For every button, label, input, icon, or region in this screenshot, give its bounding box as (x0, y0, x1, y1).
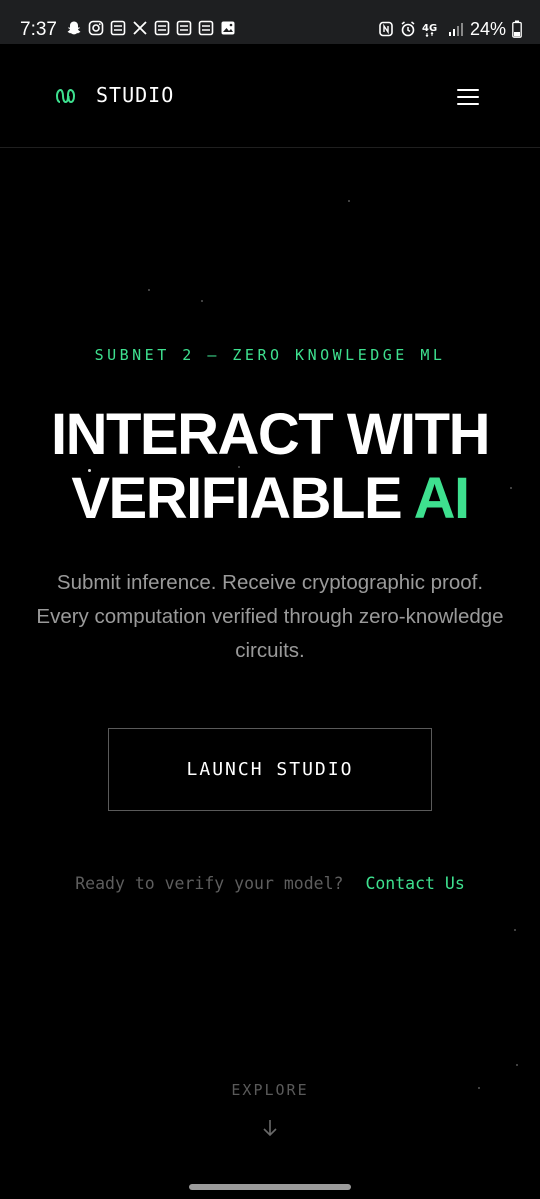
menu-line (457, 96, 479, 98)
infinity-wave-logo-icon[interactable] (55, 86, 77, 106)
star (516, 1064, 518, 1066)
app-icon (110, 20, 126, 36)
cta-text: Ready to verify your model? (75, 874, 344, 893)
explore-label[interactable]: EXPLORE (0, 1081, 540, 1099)
nfc-icon (378, 21, 394, 37)
status-bar: 7:37 4G 24% (0, 0, 540, 44)
alarm-icon (400, 21, 416, 37)
arrow-down-icon[interactable] (259, 1117, 281, 1139)
app-icon (198, 20, 214, 36)
app-icon (176, 20, 192, 36)
star (514, 929, 516, 931)
home-indicator[interactable] (189, 1184, 351, 1190)
svg-text:4G: 4G (422, 23, 437, 34)
4g-icon: 4G (422, 21, 442, 37)
brand-name[interactable]: STUDIO (96, 83, 174, 107)
hamburger-menu-button[interactable] (454, 84, 482, 110)
contact-cta: Ready to verify your model? Contact Us (0, 874, 540, 893)
headline-line-2-main: VERIFIABLE (71, 466, 402, 531)
headline-line-1: INTERACT WITH (51, 402, 491, 467)
hero-eyebrow: SUBNET 2 — ZERO KNOWLEDGE ML (94, 346, 446, 364)
battery-percent: 24% (469, 19, 506, 39)
app-header: STUDIO (0, 44, 540, 148)
hero-subtext: Submit inference. Receive cryptographic … (36, 571, 504, 662)
contact-us-link[interactable]: Contact Us (365, 874, 464, 893)
menu-line (457, 89, 479, 91)
gallery-icon (220, 20, 236, 36)
launch-studio-button[interactable]: LAUNCH STUDIO (108, 728, 432, 811)
app-icon (154, 20, 170, 36)
signal-icon (448, 21, 464, 37)
star (148, 289, 150, 291)
star (348, 200, 350, 202)
x-icon (132, 20, 148, 36)
menu-line (457, 103, 479, 105)
hero-headline: INTERACT WITH VERIFIABLE AI (0, 403, 540, 531)
instagram-icon (88, 20, 104, 36)
star (201, 300, 203, 302)
notification-icons (66, 20, 236, 36)
status-time: 7:37 (20, 19, 57, 40)
system-icons: 4G 24% (378, 18, 522, 40)
battery-icon (512, 20, 522, 38)
headline-accent: AI (413, 466, 471, 531)
snapchat-icon (66, 20, 82, 36)
